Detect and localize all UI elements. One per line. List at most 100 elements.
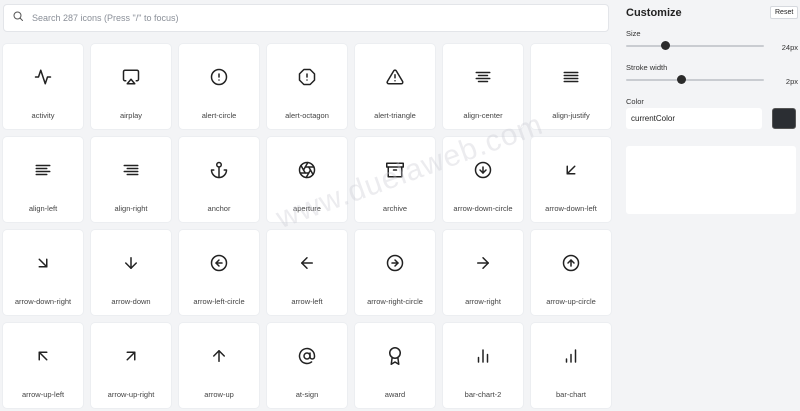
arrow-down-icon	[122, 254, 140, 272]
icon-label: arrow-left-circle	[193, 297, 245, 306]
arrow-right-icon	[474, 254, 492, 272]
icon-card-align-center[interactable]: align-center	[443, 44, 523, 129]
icon-label: arrow-up	[204, 390, 234, 399]
icon-label: arrow-up-circle	[546, 297, 596, 306]
icon-grid: activity airplay alert-circle alert-octagon…	[3, 44, 611, 408]
icon-browser: activity airplay alert-circle alert-octagon…	[0, 0, 614, 411]
icon-label: arrow-right	[465, 297, 501, 306]
icon-label: arrow-right-circle	[367, 297, 423, 306]
arrow-left-icon	[298, 254, 316, 272]
customize-panel: Customize Reset Size 24px Stroke width 2…	[616, 0, 800, 411]
color-swatch[interactable]	[772, 108, 796, 129]
icon-label: arrow-down-right	[14, 297, 72, 306]
icon-label: align-left	[28, 204, 58, 213]
icon-card-airplay[interactable]: airplay	[91, 44, 171, 129]
icon-label: arrow-up-right	[107, 390, 155, 399]
alert-triangle-icon	[386, 68, 404, 86]
arrow-down-right-icon	[34, 254, 52, 272]
color-label: Color	[626, 97, 644, 106]
icon-card-alert-triangle[interactable]: alert-triangle	[355, 44, 435, 129]
search-input[interactable]	[32, 13, 592, 23]
icon-label: alert-octagon	[285, 111, 329, 120]
arrow-up-right-icon	[122, 347, 140, 365]
arrow-left-circle-icon	[210, 254, 228, 272]
airplay-icon	[122, 68, 140, 86]
icon-label: align-justify	[552, 111, 590, 120]
align-right-icon	[122, 161, 140, 179]
icon-card-bar-chart[interactable]: bar-chart	[531, 323, 611, 408]
archive-icon	[386, 161, 404, 179]
icon-label: align-center	[463, 111, 503, 120]
icon-card-alert-circle[interactable]: alert-circle	[179, 44, 259, 129]
stroke-width-slider[interactable]	[626, 75, 764, 85]
icon-card-arrow-down[interactable]: arrow-down	[91, 230, 171, 315]
anchor-icon	[210, 161, 228, 179]
size-slider[interactable]	[626, 41, 764, 51]
stroke-width-label: Stroke width	[626, 63, 668, 72]
aperture-icon	[298, 161, 316, 179]
icon-card-arrow-down-circle[interactable]: arrow-down-circle	[443, 137, 523, 222]
icon-label: bar-chart-2	[464, 390, 502, 399]
arrow-down-left-icon	[562, 161, 580, 179]
size-slider-thumb[interactable]	[660, 41, 670, 50]
icon-label: activity	[31, 111, 55, 120]
size-slider-track	[626, 45, 764, 47]
award-icon	[386, 347, 404, 365]
activity-icon	[34, 68, 52, 86]
icon-card-arrow-up-circle[interactable]: arrow-up-circle	[531, 230, 611, 315]
icon-card-alert-octagon[interactable]: alert-octagon	[267, 44, 347, 129]
alert-circle-icon	[210, 68, 228, 86]
arrow-down-circle-icon	[474, 161, 492, 179]
icon-label: airplay	[119, 111, 143, 120]
icon-card-aperture[interactable]: aperture	[267, 137, 347, 222]
reset-button[interactable]: Reset	[770, 6, 799, 19]
bar-chart-icon	[562, 347, 580, 365]
icon-card-at-sign[interactable]: at-sign	[267, 323, 347, 408]
search-bar[interactable]	[3, 4, 609, 32]
icon-card-arrow-down-left[interactable]: arrow-down-left	[531, 137, 611, 222]
icon-label: arrow-left	[291, 297, 323, 306]
search-icon	[12, 9, 24, 27]
icon-preview	[626, 146, 796, 214]
panel-title: Customize	[626, 7, 682, 19]
stroke-slider-track	[626, 79, 764, 81]
at-sign-icon	[298, 347, 316, 365]
icon-label: at-sign	[295, 390, 319, 399]
stroke-slider-thumb[interactable]	[677, 75, 687, 84]
size-label: Size	[626, 29, 641, 38]
icon-card-anchor[interactable]: anchor	[179, 137, 259, 222]
icon-card-arrow-left-circle[interactable]: arrow-left-circle	[179, 230, 259, 315]
icon-label: alert-triangle	[374, 111, 416, 120]
icon-card-award[interactable]: award	[355, 323, 435, 408]
alert-octagon-icon	[298, 68, 316, 86]
icon-label: archive	[382, 204, 408, 213]
icon-card-bar-chart-2[interactable]: bar-chart-2	[443, 323, 523, 408]
icon-label: arrow-up-left	[21, 390, 65, 399]
icon-card-arrow-up-left[interactable]: arrow-up-left	[3, 323, 83, 408]
arrow-up-circle-icon	[562, 254, 580, 272]
icon-card-activity[interactable]: activity	[3, 44, 83, 129]
bar-chart-2-icon	[474, 347, 492, 365]
arrow-right-circle-icon	[386, 254, 404, 272]
stroke-width-value: 2px	[785, 77, 798, 86]
icon-card-arrow-up[interactable]: arrow-up	[179, 323, 259, 408]
icon-card-align-right[interactable]: align-right	[91, 137, 171, 222]
icon-card-arrow-left[interactable]: arrow-left	[267, 230, 347, 315]
icon-label: aperture	[293, 204, 321, 213]
icon-label: arrow-down	[111, 297, 151, 306]
icon-label: arrow-down-circle	[453, 204, 513, 213]
icon-label: anchor	[207, 204, 231, 213]
icon-card-archive[interactable]: archive	[355, 137, 435, 222]
color-input[interactable]	[626, 108, 762, 129]
icon-label: arrow-down-left	[545, 204, 597, 213]
icon-card-arrow-right-circle[interactable]: arrow-right-circle	[355, 230, 435, 315]
icon-card-align-justify[interactable]: align-justify	[531, 44, 611, 129]
icon-label: bar-chart	[555, 390, 586, 399]
icon-card-arrow-down-right[interactable]: arrow-down-right	[3, 230, 83, 315]
align-left-icon	[34, 161, 52, 179]
icon-card-arrow-up-right[interactable]: arrow-up-right	[91, 323, 171, 408]
size-value: 24px	[781, 43, 798, 52]
arrow-up-left-icon	[34, 347, 52, 365]
icon-card-align-left[interactable]: align-left	[3, 137, 83, 222]
icon-card-arrow-right[interactable]: arrow-right	[443, 230, 523, 315]
